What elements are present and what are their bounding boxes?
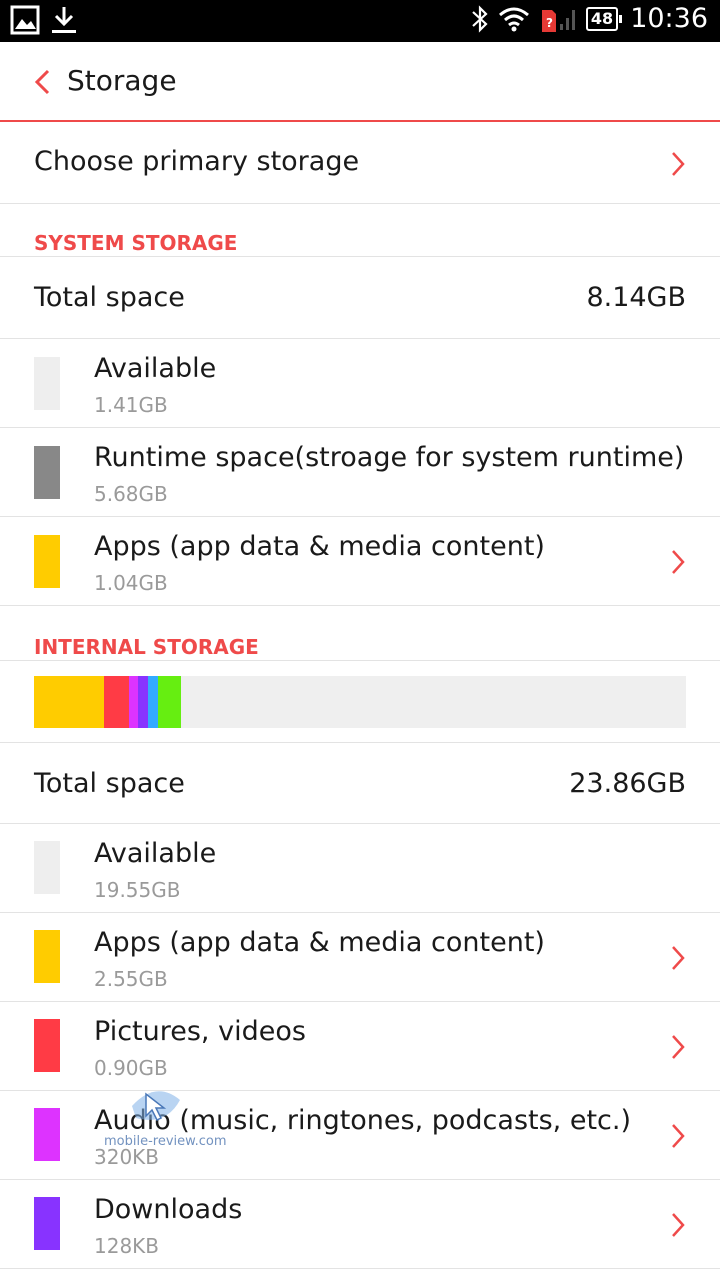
system-item-apps[interactable]: Apps (app data & media content) 1.04GB (0, 517, 720, 606)
wifi-icon (498, 7, 529, 31)
internal-item-available: Available 19.55GB (0, 824, 720, 913)
chevron-right-icon (672, 1124, 685, 1148)
usage-segment-misc (148, 676, 158, 728)
item-title: Runtime space(stroage for system runtime… (94, 442, 685, 473)
item-title: Apps (app data & media content) (94, 531, 545, 562)
chevron-right-icon (672, 946, 685, 970)
watermark-text: mobile-review.com (104, 1134, 227, 1149)
internal-item-downloads[interactable]: Downloads 128KB (0, 1180, 720, 1269)
usage-segment-other (157, 676, 181, 728)
choose-primary-storage-row[interactable]: Choose primary storage (0, 124, 720, 204)
system-total-value: 8.14GB (586, 282, 686, 313)
gallery-icon (10, 5, 40, 35)
bluetooth-icon (472, 4, 488, 33)
item-title: Downloads (94, 1194, 243, 1225)
item-size: 1.04GB (94, 571, 168, 595)
storage-usage-bar (34, 676, 686, 728)
color-swatch (34, 1019, 60, 1072)
usage-segment-downloads (138, 676, 149, 728)
item-title: Available (94, 353, 217, 384)
back-chevron-icon[interactable] (32, 69, 54, 95)
page-title: Storage (67, 64, 177, 97)
download-icon (52, 7, 76, 33)
system-item-runtime: Runtime space(stroage for system runtime… (0, 428, 720, 517)
chevron-right-icon (672, 1035, 685, 1059)
color-swatch (34, 446, 60, 499)
system-storage-heading: SYSTEM STORAGE (34, 231, 238, 255)
internal-total-value: 23.86GB (569, 768, 686, 799)
item-size: 0.90GB (94, 1056, 168, 1080)
system-total-row: Total space 8.14GB (0, 257, 720, 339)
item-title: Apps (app data & media content) (94, 927, 545, 958)
battery-icon: 48 (585, 6, 623, 31)
item-size: 5.68GB (94, 482, 168, 506)
internal-total-label: Total space (34, 768, 185, 799)
divider (0, 660, 720, 661)
system-item-available: Available 1.41GB (0, 339, 720, 428)
usage-segment-pictures (103, 676, 129, 728)
item-size: 1.41GB (94, 393, 168, 417)
item-size: 19.55GB (94, 878, 181, 902)
color-swatch (34, 841, 60, 894)
status-bar: ? 48 10:36 (0, 0, 720, 42)
item-title: Pictures, videos (94, 1016, 306, 1047)
internal-total-row: Total space 23.86GB (0, 743, 720, 824)
internal-item-apps[interactable]: Apps (app data & media content) 2.55GB (0, 913, 720, 1002)
app-header: Storage (0, 42, 720, 122)
choose-primary-storage-label: Choose primary storage (34, 146, 360, 177)
color-swatch (34, 357, 60, 410)
watermark-logo-icon (132, 1091, 180, 1122)
internal-item-pictures[interactable]: Pictures, videos 0.90GB (0, 1002, 720, 1091)
chevron-right-icon (672, 1213, 685, 1237)
color-swatch (34, 1197, 60, 1250)
item-size: 2.55GB (94, 967, 168, 991)
color-swatch (34, 1108, 60, 1161)
svg-text:?: ? (546, 16, 553, 30)
color-swatch (34, 930, 60, 983)
system-total-label: Total space (34, 282, 185, 313)
battery-level: 48 (590, 8, 614, 28)
chevron-right-icon (672, 550, 685, 574)
usage-segment-apps (34, 676, 104, 728)
item-title: Available (94, 838, 217, 869)
color-swatch (34, 535, 60, 588)
internal-storage-heading: INTERNAL STORAGE (34, 635, 259, 659)
no-sim-icon: ? (541, 9, 575, 32)
status-time: 10:36 (630, 3, 708, 34)
chevron-right-icon (672, 152, 685, 176)
item-size: 128KB (94, 1234, 160, 1258)
usage-segment-audio (128, 676, 139, 728)
